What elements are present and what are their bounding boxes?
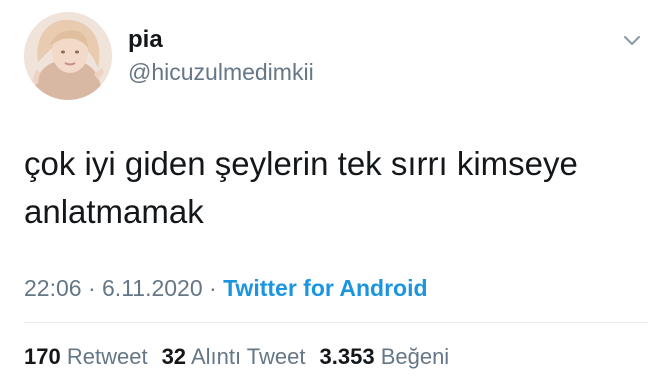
retweets-stat[interactable]: 170 Retweet <box>24 344 148 369</box>
user-handle[interactable]: @hicuzulmedimkii <box>128 58 314 86</box>
tweet-card: pia @hicuzulmedimkii çok iyi giden şeyle… <box>0 0 672 378</box>
quotes-label: Alıntı Tweet <box>190 344 306 369</box>
divider <box>24 322 648 323</box>
tweet-text-line: anlatmamak <box>24 193 204 230</box>
separator: · <box>87 275 96 301</box>
tweet-date[interactable]: 6.11.2020 <box>102 275 203 301</box>
tweet-time[interactable]: 22:06 <box>24 275 82 301</box>
tweet-text: çok iyi giden şeylerin tek sırrı kimseye… <box>24 140 644 236</box>
quotes-stat[interactable]: 32 Alıntı Tweet <box>162 344 306 369</box>
tweet-source-link[interactable]: Twitter for Android <box>223 275 427 301</box>
tweet-meta: 22:06 · 6.11.2020 · Twitter for Android <box>24 274 428 302</box>
likes-stat[interactable]: 3.353 Beğeni <box>320 344 450 369</box>
display-name[interactable]: pia <box>128 26 163 54</box>
avatar[interactable] <box>24 12 112 100</box>
chevron-down-icon[interactable] <box>620 28 644 52</box>
retweets-label: Retweet <box>66 344 148 369</box>
tweet-stats: 170 Retweet 32 Alıntı Tweet 3.353 Beğeni <box>24 343 449 371</box>
separator: · <box>209 275 217 301</box>
tweet-text-line: çok iyi giden şeylerin tek sırrı kimseye <box>24 145 578 182</box>
likes-label: Beğeni <box>380 344 450 369</box>
profile-photo-icon <box>24 12 112 100</box>
likes-count: 3.353 <box>319 344 375 369</box>
quotes-count: 32 <box>161 344 187 369</box>
retweets-count: 170 <box>24 344 61 369</box>
